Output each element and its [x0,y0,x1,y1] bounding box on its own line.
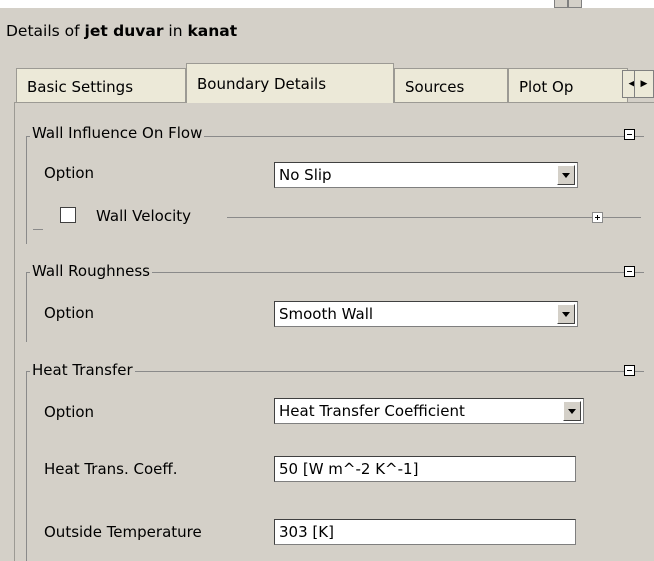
details-title: Details of jet duvar in kanat [6,22,237,40]
wall-influence-option-label: Option [44,164,95,182]
input-value: 303 [K] [279,523,334,541]
chevron-down-icon[interactable] [563,401,581,421]
expand-icon[interactable] [592,212,603,223]
select-value: Heat Transfer Coefficient [279,402,465,420]
wall-roughness-option-label: Option [44,304,95,322]
tab-sources[interactable]: Sources [394,68,508,102]
input-value: 50 [W m^-2 K^-1] [279,460,419,478]
select-value: No Slip [279,166,332,184]
heat-trans-coeff-input[interactable]: 50 [W m^-2 K^-1] [274,456,576,482]
group-title-wall-influence: Wall Influence On Flow [30,124,205,142]
chevron-down-icon[interactable] [557,304,575,324]
collapse-icon[interactable] [624,365,635,376]
tab-scroll-right[interactable]: ▶ [634,70,654,98]
outside-temperature-label: Outside Temperature [44,523,202,541]
window-corner-button-1[interactable] [554,0,568,8]
tab-label: Boundary Details [197,75,327,93]
tab-basic-settings[interactable]: Basic Settings [16,68,186,102]
wall-influence-option-select[interactable]: No Slip [274,162,578,188]
heat-transfer-option-label: Option [44,403,95,421]
wall-velocity-label: Wall Velocity [96,207,192,225]
outside-temperature-input[interactable]: 303 [K] [274,519,576,545]
title-domain-name: kanat [187,22,238,40]
collapse-icon[interactable] [624,129,635,140]
window-corner-button-2[interactable] [568,0,582,8]
heat-trans-coeff-label: Heat Trans. Coeff. [44,460,178,478]
title-middle: in [163,22,188,40]
select-value: Smooth Wall [279,305,374,323]
chevron-down-icon[interactable] [557,165,575,185]
tab-label: Plot Op [519,78,574,96]
wall-velocity-line-right [227,217,641,218]
group-title-heat-transfer: Heat Transfer [30,361,135,379]
group-title-wall-roughness: Wall Roughness [30,262,152,280]
title-object-name: jet duvar [84,22,164,40]
wall-velocity-line-left [33,229,43,230]
tab-plot-options[interactable]: Plot Op [508,68,628,102]
group-wall-influence [26,136,644,244]
tab-label: Basic Settings [27,78,134,96]
wall-roughness-option-select[interactable]: Smooth Wall [274,301,578,327]
tab-label: Sources [405,78,465,96]
triangle-right-icon: ▶ [640,79,648,89]
title-prefix: Details of [6,22,85,40]
heat-transfer-option-select[interactable]: Heat Transfer Coefficient [274,398,584,424]
tab-boundary-details[interactable]: Boundary Details [186,63,394,103]
collapse-icon[interactable] [624,266,635,277]
wall-velocity-checkbox[interactable] [60,207,76,223]
